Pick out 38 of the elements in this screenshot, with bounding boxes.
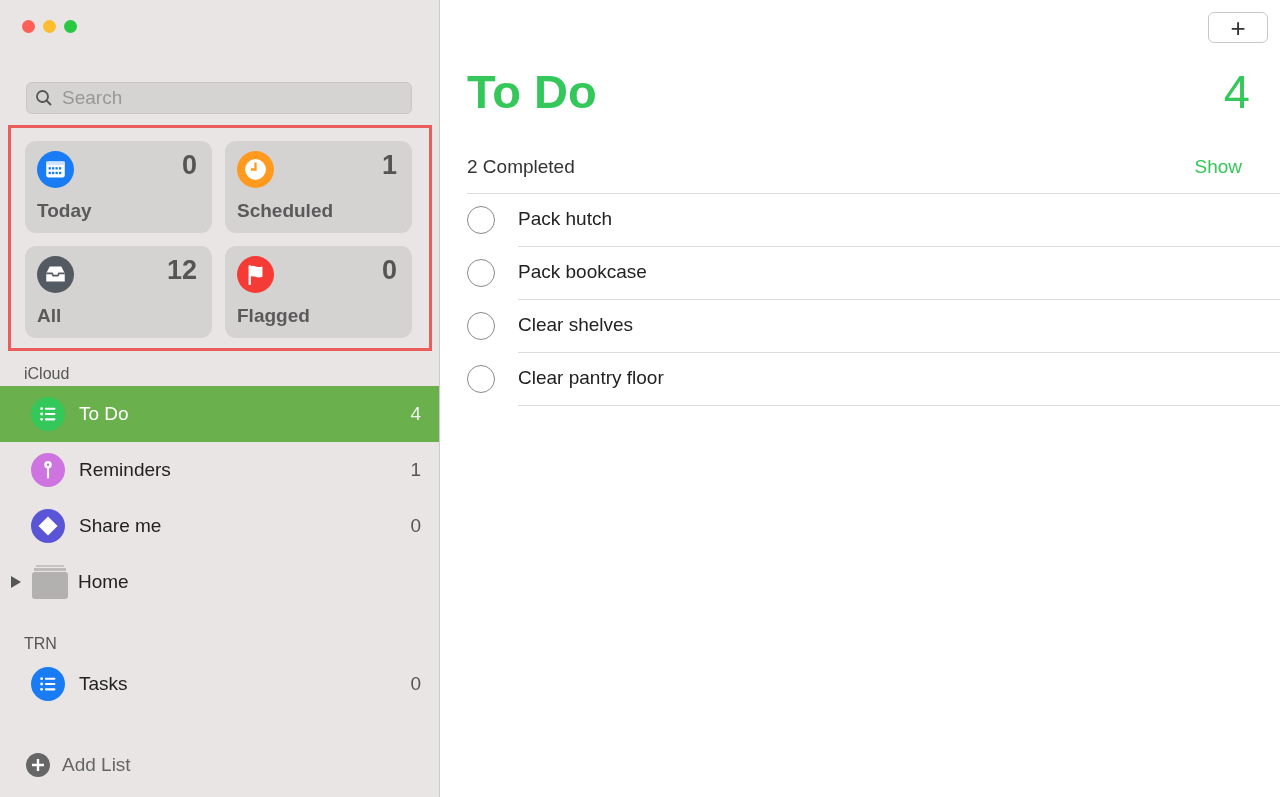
- search-field[interactable]: Search: [26, 82, 412, 114]
- sidebar-item[interactable]: Reminders 1: [0, 442, 439, 498]
- task-title: Pack bookcase: [518, 260, 647, 285]
- sidebar-item[interactable]: Share me 0: [0, 498, 439, 554]
- smart-list-tile[interactable]: 12 All: [25, 246, 212, 338]
- add-button[interactable]: +: [1208, 12, 1268, 43]
- task-title: Pack hutch: [518, 207, 612, 232]
- folder-icon: [32, 565, 68, 599]
- zoom-button[interactable]: [64, 20, 77, 33]
- sidebar-item[interactable]: Home: [0, 554, 439, 610]
- smart-list-tile[interactable]: 1 Scheduled: [225, 141, 412, 233]
- item-count: 1: [381, 151, 397, 181]
- item-count: 0: [181, 151, 197, 181]
- close-button[interactable]: [22, 20, 35, 33]
- add-icon[interactable]: [26, 752, 50, 777]
- sidebar-item[interactable]: To Do 4: [0, 386, 439, 442]
- list-count: 4: [1223, 64, 1250, 120]
- sidebar-item[interactable]: Tasks 0: [0, 656, 439, 712]
- item-count: 4: [410, 401, 421, 426]
- tile-label: Scheduled: [237, 198, 335, 223]
- smart-list-tile[interactable]: 0 Today: [25, 141, 212, 233]
- item-count: 0: [410, 671, 421, 696]
- tile-label: Flagged: [237, 303, 311, 328]
- item-count: 0: [410, 513, 421, 538]
- task-title: Clear shelves: [518, 313, 634, 338]
- list-title: To Do: [467, 64, 597, 120]
- item-count: 12: [166, 256, 197, 286]
- tile-label: Today: [37, 198, 93, 223]
- tile-label: All: [37, 303, 63, 328]
- item-count: 1: [410, 457, 421, 482]
- item-count: 0: [381, 256, 397, 286]
- add-list-link[interactable]: Add List: [62, 750, 131, 779]
- section-header: TRN: [23, 634, 58, 654]
- expand-arrow-icon[interactable]: [10, 576, 22, 588]
- section-header: iCloud: [23, 364, 71, 384]
- task-title: Clear pantry floor: [518, 366, 664, 391]
- completed-count: 2 Completed: [467, 154, 575, 179]
- smart-list-tile[interactable]: 0 Flagged: [225, 246, 412, 338]
